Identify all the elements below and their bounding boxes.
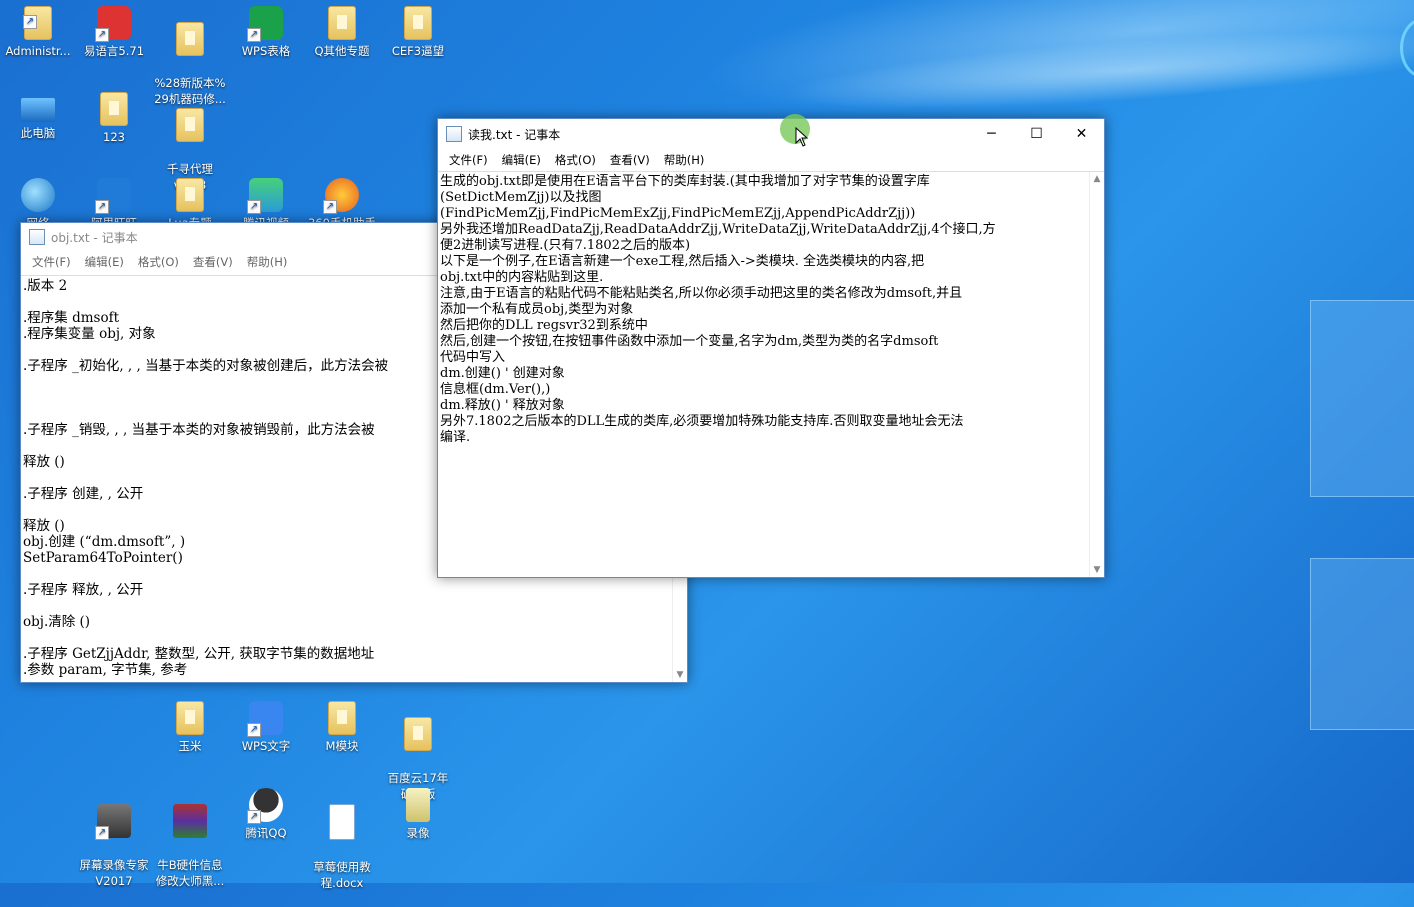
window-titlebar[interactable]: 读我.txt - 记事本 ─ ☐ ✕ <box>438 119 1104 149</box>
scroll-down-icon[interactable]: ▼ <box>1090 563 1104 577</box>
desktop-icon-q-other[interactable]: Q其他专题 <box>304 6 380 59</box>
desktop-icon-label: 录像 <box>406 826 430 840</box>
desktop-icon-label: 屏幕录像专家 V2017 <box>79 858 149 888</box>
minimize-button[interactable]: ─ <box>969 119 1014 149</box>
wps-writer-icon <box>247 701 283 737</box>
desktop-icon-eyuyan[interactable]: 易语言5.71 <box>76 6 152 59</box>
folder-icon <box>328 701 356 735</box>
notepad-icon <box>29 229 45 245</box>
folder-icon <box>176 108 204 142</box>
wallpaper-ring-decoration <box>1400 18 1414 78</box>
winrar-icon <box>173 804 207 838</box>
desktop-icon-cef3[interactable]: CEF3逼望 <box>380 6 456 59</box>
video-file-icon <box>406 788 430 822</box>
wallpaper-light-beam-2 <box>778 15 1414 125</box>
desktop-icon-hardware-master[interactable]: 牛B硬件信息 修改大师黑... <box>152 788 228 905</box>
vertical-scrollbar[interactable]: ▲ ▼ <box>1089 172 1104 577</box>
menu-help[interactable]: 帮助(H) <box>240 254 295 270</box>
menu-view[interactable]: 查看(V) <box>603 152 657 168</box>
desktop-icon-123[interactable]: 123 <box>76 92 152 145</box>
desktop-icon-wps-sheet[interactable]: WPS表格 <box>228 6 304 59</box>
qq-icon <box>247 788 283 824</box>
desktop-icon-screen-recorder[interactable]: 屏幕录像专家 V2017 <box>76 788 152 905</box>
eyuyan-icon <box>95 6 131 42</box>
desktop-icon-label: WPS文字 <box>241 739 291 753</box>
desktop-icon-label: CEF3逼望 <box>391 44 445 58</box>
menu-help[interactable]: 帮助(H) <box>657 152 712 168</box>
menu-format[interactable]: 格式(O) <box>548 152 603 168</box>
folder-icon <box>328 6 356 40</box>
scroll-up-icon[interactable]: ▲ <box>1090 172 1104 186</box>
desktop-icon-label: M模块 <box>325 739 359 753</box>
desktop-icon-video[interactable]: 录像 <box>380 788 456 841</box>
desktop-icon-label: WPS表格 <box>241 44 291 58</box>
360-icon <box>323 178 359 214</box>
computer-icon <box>21 98 55 122</box>
text-edit-area[interactable]: 生成的obj.txt即是使用在E语言平台下的类库封装.(其中我增加了对字节集的设… <box>438 171 1104 577</box>
desktop-icon-label: 易语言5.71 <box>83 44 145 58</box>
folder-icon <box>176 178 204 212</box>
folder-icon <box>176 22 204 56</box>
desktop-icon-qq[interactable]: 腾讯QQ <box>228 788 304 841</box>
mouse-cursor-icon <box>795 126 809 151</box>
desktop-icon-label: 牛B硬件信息 修改大师黑... <box>155 858 225 888</box>
desktop-icon-m-module[interactable]: M模块 <box>304 701 380 754</box>
desktop-icon-label: 腾讯QQ <box>245 826 287 840</box>
menu-file[interactable]: 文件(F) <box>442 152 495 168</box>
desktop-icon-label: 123 <box>103 130 125 144</box>
word-doc-icon <box>329 804 355 840</box>
menu-view[interactable]: 查看(V) <box>186 254 240 270</box>
aliwangwang-icon <box>95 178 131 214</box>
desktop-icon-label: 此电脑 <box>20 126 56 140</box>
menu-edit[interactable]: 编辑(E) <box>495 152 548 168</box>
desktop-icon-label: Administr... <box>5 44 71 58</box>
menu-edit[interactable]: 编辑(E) <box>78 254 131 270</box>
desktop-icon-label: 草莓使用教 程.docx <box>313 860 371 890</box>
desktop-icon-tutorial-docx[interactable]: 草莓使用教 程.docx <box>304 788 380 907</box>
menu-file[interactable]: 文件(F) <box>25 254 78 270</box>
folder-icon <box>404 6 432 40</box>
menu-bar: 文件(F) 编辑(E) 格式(O) 查看(V) 帮助(H) <box>438 149 1104 171</box>
desktop-icon-label: Q其他专题 <box>314 44 370 58</box>
tencent-video-icon <box>247 178 283 214</box>
scroll-down-icon[interactable]: ▼ <box>673 668 687 682</box>
network-icon <box>21 178 55 212</box>
window-title: 读我.txt - 记事本 <box>468 127 561 142</box>
menu-format[interactable]: 格式(O) <box>131 254 186 270</box>
desktop-icon-wps-writer[interactable]: WPS文字 <box>228 701 304 754</box>
screen-recorder-icon <box>95 804 131 840</box>
user-folder-icon <box>23 6 52 40</box>
notepad-icon <box>446 126 462 142</box>
close-button[interactable]: ✕ <box>1059 119 1104 149</box>
desktop-icon-administrator[interactable]: Administr... <box>0 6 76 59</box>
wps-sheet-icon <box>247 6 283 42</box>
folder-icon <box>100 92 128 126</box>
desktop-icon-this-pc[interactable]: 此电脑 <box>0 92 76 141</box>
document-text: 生成的obj.txt即是使用在E语言平台下的类库封装.(其中我增加了对字节集的设… <box>440 174 996 445</box>
maximize-button[interactable]: ☐ <box>1014 119 1059 149</box>
desktop-icon-label: 玉米 <box>178 739 202 753</box>
notepad-window-readme[interactable]: 读我.txt - 记事本 ─ ☐ ✕ 文件(F) 编辑(E) 格式(O) 查看(… <box>437 118 1105 578</box>
folder-icon <box>176 701 204 735</box>
wallpaper-windows-logo <box>1300 300 1414 730</box>
folder-icon <box>404 717 432 751</box>
desktop-icon-yumi[interactable]: 玉米 <box>152 701 228 754</box>
